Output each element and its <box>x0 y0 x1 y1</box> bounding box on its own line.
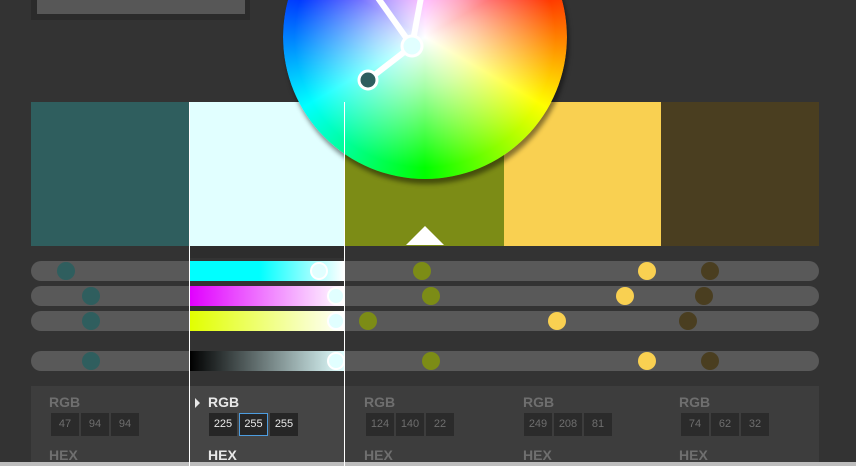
slider-knob[interactable] <box>638 262 656 280</box>
green-value-field[interactable]: 255 <box>239 413 268 436</box>
hex-label: HEX <box>49 447 78 463</box>
slider-knob[interactable] <box>548 312 566 330</box>
slider-knob-selected[interactable] <box>327 312 345 330</box>
rgb-label: RGB <box>364 394 396 410</box>
slider-knob[interactable] <box>701 352 719 370</box>
green-value-field[interactable]: 62 <box>711 413 739 436</box>
slider-knob[interactable] <box>695 287 713 305</box>
triangle-right-icon[interactable] <box>195 398 200 408</box>
rgb-label-selected: RGB <box>208 394 240 410</box>
slider-knob-selected[interactable] <box>310 262 328 280</box>
slider-knob[interactable] <box>422 352 440 370</box>
selected-strip <box>190 246 344 258</box>
slider-knob[interactable] <box>616 287 634 305</box>
triangle-up-icon <box>406 226 444 245</box>
rgb-label: RGB <box>49 394 81 410</box>
hex-label: HEX <box>364 447 393 463</box>
rgb-label: RGB <box>523 394 555 410</box>
color-wheel[interactable] <box>283 0 567 179</box>
red-value-field[interactable]: 225 <box>209 413 237 436</box>
green-value-field[interactable]: 208 <box>554 413 582 436</box>
green-value-field[interactable]: 94 <box>81 413 109 436</box>
blue-value-field[interactable]: 255 <box>270 413 298 436</box>
blue-value-field[interactable]: 32 <box>741 413 769 436</box>
blue-value-field[interactable]: 81 <box>584 413 612 436</box>
slider-knob-selected[interactable] <box>327 352 345 370</box>
color-wheel-handles <box>357 0 424 91</box>
slider-track-blue[interactable] <box>31 311 819 331</box>
red-value-field[interactable]: 124 <box>366 413 394 436</box>
red-value-field[interactable]: 74 <box>681 413 709 436</box>
red-value-field[interactable]: 47 <box>51 413 79 436</box>
slider-gradient-blue[interactable] <box>190 311 344 331</box>
wheel-handle-1 <box>357 69 379 91</box>
wheel-handle-selected <box>400 34 424 58</box>
slider-gradient-green[interactable] <box>190 286 344 306</box>
slider-knob[interactable] <box>359 312 377 330</box>
slider-knob[interactable] <box>413 262 431 280</box>
hex-label: HEX <box>679 447 708 463</box>
bottom-edge <box>0 462 856 466</box>
green-value-field[interactable]: 140 <box>396 413 424 436</box>
slider-knob[interactable] <box>638 352 656 370</box>
slider-knob[interactable] <box>82 287 100 305</box>
color-swatch-5[interactable] <box>661 102 819 246</box>
slider-knob[interactable] <box>82 352 100 370</box>
red-value-field[interactable]: 249 <box>524 413 552 436</box>
slider-gradient-brightness[interactable] <box>190 351 344 371</box>
slider-knob[interactable] <box>701 262 719 280</box>
slider-knob[interactable] <box>82 312 100 330</box>
top-input[interactable] <box>37 0 245 14</box>
slider-knob-selected[interactable] <box>327 287 345 305</box>
slider-knob[interactable] <box>679 312 697 330</box>
rgb-label: RGB <box>679 394 711 410</box>
color-swatch-1[interactable] <box>31 102 189 246</box>
hex-label-selected: HEX <box>208 447 237 463</box>
slider-knob[interactable] <box>422 287 440 305</box>
hex-label: HEX <box>523 447 552 463</box>
blue-value-field[interactable]: 94 <box>111 413 139 436</box>
blue-value-field[interactable]: 22 <box>426 413 454 436</box>
slider-knob[interactable] <box>57 262 75 280</box>
